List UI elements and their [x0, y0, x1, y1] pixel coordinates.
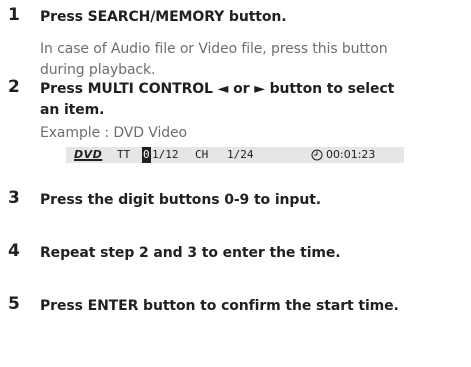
step-note-line-1: In case of Audio file or Video file, pre…	[40, 41, 388, 57]
clock-icon	[311, 149, 323, 161]
step-5: 5 Press ENTER button to confirm the star…	[0, 294, 471, 318]
step-title: Press ENTER button to confirm the start …	[40, 298, 399, 314]
step-3: 3 Press the digit buttons 0-9 to input.	[0, 188, 471, 212]
dvd-logo: DVD	[74, 148, 103, 161]
step-number: 5	[8, 294, 20, 314]
step-number: 2	[8, 77, 20, 97]
step-title-line-1: Press MULTI CONTROL ◄ or ► button to sel…	[40, 81, 395, 97]
step-title: Press SEARCH/MEMORY button.	[40, 9, 287, 25]
title-value: 1/12	[152, 148, 179, 161]
step-number: 4	[8, 241, 20, 261]
title-cursor-digit: 0	[142, 147, 151, 163]
display-readout: DVD TT 0 1/12 CH 1/24 00:01:23	[66, 147, 404, 163]
step-4: 4 Repeat step 2 and 3 to enter the time.	[0, 241, 471, 265]
step-title-line-2: an item.	[40, 102, 105, 118]
step-1: 1 Press SEARCH/MEMORY button. In case of…	[0, 5, 471, 85]
step-number: 3	[8, 188, 20, 208]
step-number: 1	[8, 5, 20, 25]
step-title: Repeat step 2 and 3 to enter the time.	[40, 245, 341, 261]
step-title: Press the digit buttons 0-9 to input.	[40, 192, 322, 208]
chapter-label: CH	[195, 148, 209, 161]
step-example: Example : DVD Video	[40, 125, 188, 141]
time-value: 00:01:23	[326, 148, 376, 161]
chapter-value: 1/24	[227, 148, 254, 161]
title-label: TT	[117, 148, 131, 161]
